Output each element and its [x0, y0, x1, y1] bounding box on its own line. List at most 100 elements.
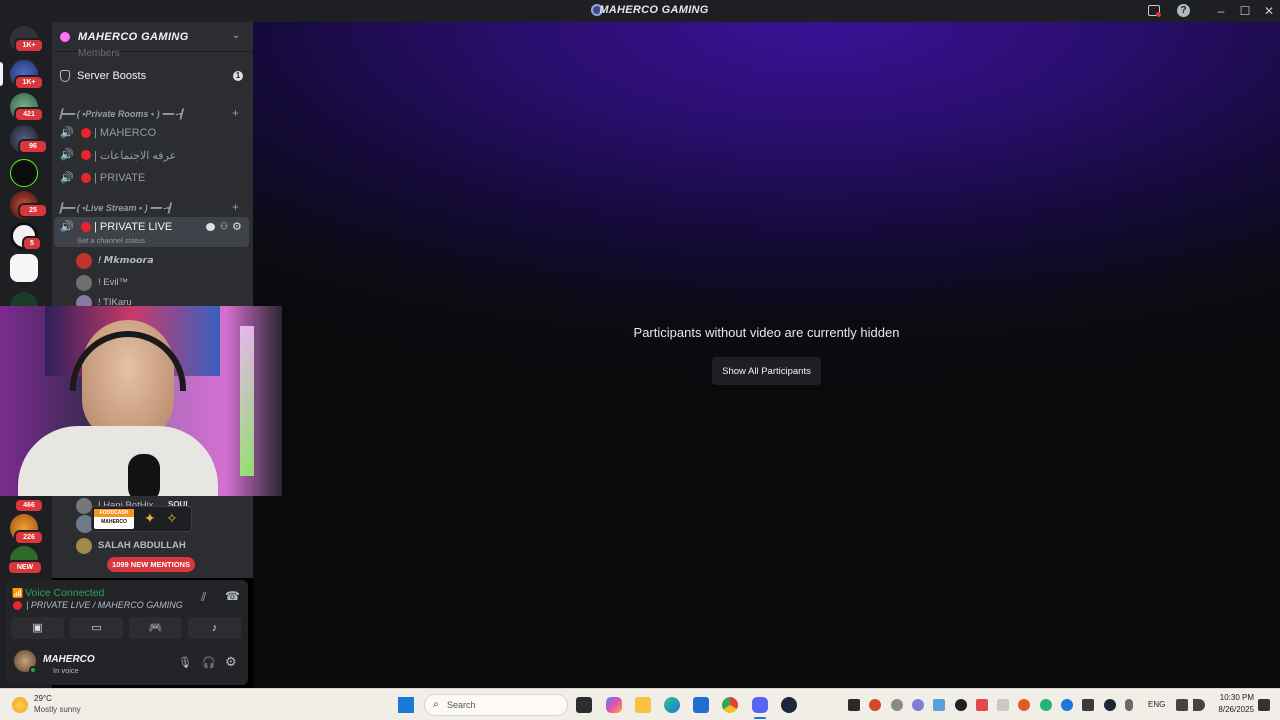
red-circle-icon [81, 222, 91, 232]
voice-stage: Participants without video are currently… [253, 22, 1280, 688]
channel-label: | MAHERCO [94, 127, 157, 139]
help-icon[interactable]: ? [1177, 4, 1190, 17]
dm-badge: 1K+ [14, 38, 44, 53]
tray-app-icon[interactable] [997, 699, 1009, 711]
red-circle-icon [81, 150, 91, 160]
voice-user-panel: 📶 Voice Connected | PRIVATE LIVE / MAHER… [6, 580, 248, 685]
trophy-icon: ✦ [144, 510, 156, 526]
tray-app-icon[interactable] [891, 699, 903, 711]
show-all-participants-button[interactable]: Show All Participants [712, 357, 821, 385]
foodcash-brand-label: FOODCASH [94, 509, 134, 517]
server-badge: 96 [18, 139, 48, 154]
maximize-button[interactable]: ☐ [1233, 2, 1257, 20]
steam-icon[interactable] [781, 697, 797, 713]
file-explorer-icon[interactable] [635, 697, 651, 713]
boost-shield-icon [60, 70, 70, 82]
weather-sun-icon [12, 697, 28, 713]
server-icon-7[interactable] [10, 254, 38, 282]
language-indicator[interactable]: ENG [1148, 700, 1165, 709]
channel-maherco[interactable]: 🔊 | MAHERCO [54, 123, 249, 143]
tray-app-icon[interactable] [912, 699, 924, 711]
channel-private[interactable]: 🔊 | PRIVATE [54, 168, 249, 188]
channel-private-live[interactable]: 🔊 | PRIVATE LIVE Set a channel status ⚇ … [54, 217, 249, 247]
server-badge: 1K+ [14, 75, 44, 90]
voice-member[interactable]: ! Evil™ [76, 274, 226, 292]
tray-app-icon[interactable] [1082, 699, 1094, 711]
copilot-icon[interactable] [606, 697, 622, 713]
steam-tray-icon[interactable] [1104, 699, 1116, 711]
discord-icon[interactable] [752, 697, 768, 713]
server-icon-kick[interactable] [10, 159, 38, 187]
category-live-stream[interactable]: ┣━━ ( •Live Stream • ) ━━ -┫ [58, 203, 172, 214]
network-icon[interactable] [1176, 699, 1188, 711]
taskbar: 29°C Mostly sunny ⌕ Search ENG 10:30 PM … [0, 688, 1280, 720]
weather-desc[interactable]: Mostly sunny [34, 705, 81, 714]
volume-icon[interactable] [1193, 699, 1205, 711]
gear-icon[interactable]: ⚙ [232, 220, 242, 233]
bluetooth-icon[interactable] [1061, 699, 1073, 711]
discord-active-indicator [754, 717, 766, 719]
screen-share-button[interactable]: ▭ [70, 617, 123, 639]
channel-status-placeholder[interactable]: Set a channel status [77, 236, 145, 245]
weather-temp[interactable]: 29°C [34, 694, 52, 703]
tray-app-icon[interactable] [1018, 699, 1030, 711]
add-channel-icon[interactable]: + [232, 200, 239, 214]
activities-button[interactable]: 🎮 [129, 617, 182, 639]
task-view-icon[interactable] [576, 697, 592, 713]
camera-toggle-button[interactable]: ▣ [11, 617, 64, 639]
clock-time[interactable]: 10:30 PM [1214, 693, 1254, 702]
user-status: In voice [53, 666, 79, 675]
close-button[interactable]: ✕ [1257, 2, 1280, 20]
voice-connected-label[interactable]: Voice Connected [25, 587, 104, 599]
notifications-icon[interactable] [1258, 699, 1270, 711]
voice-member[interactable]: ! 𝙈𝙠𝙢𝙤𝙤𝙧𝙖 [76, 252, 226, 270]
headphones-icon[interactable]: 🎧 [202, 656, 216, 669]
taskbar-search-box[interactable]: ⌕ Search [424, 694, 568, 716]
mic-tray-icon[interactable] [1125, 699, 1133, 711]
speaker-icon: 🔊 [60, 149, 74, 161]
server-selected-pill [0, 62, 3, 86]
member-name: SALAH ABDULLAH [98, 540, 186, 551]
mic-icon[interactable]: 🎙 [178, 656, 192, 669]
foodcash-code-label: MAHERCO [101, 519, 127, 525]
channel-meetings[interactable]: 🔊 | عرفه الاجتماعات [54, 145, 249, 165]
voice-member[interactable]: SALAH ABDULLAH [76, 537, 246, 555]
disconnect-icon[interactable]: ☎ [225, 589, 240, 603]
add-channel-icon[interactable]: + [232, 106, 239, 120]
chat-icon[interactable] [206, 223, 215, 231]
invite-icon[interactable]: ⚇ [220, 221, 228, 232]
new-mentions-pill[interactable]: 1099 NEW MENTIONS [107, 557, 195, 572]
tray-app-icon[interactable] [869, 699, 881, 711]
nvidia-icon[interactable] [848, 699, 860, 711]
edge-icon[interactable] [664, 697, 680, 713]
windows-start-icon[interactable] [398, 697, 414, 713]
channel-label: | PRIVATE [94, 172, 146, 184]
tray-app-icon[interactable] [933, 699, 945, 711]
red-circle-icon [81, 173, 91, 183]
members-item[interactable]: Members [78, 48, 120, 59]
minimize-button[interactable]: – [1209, 2, 1233, 20]
window-title: MAHERCO GAMING [599, 4, 709, 16]
member-name: ! Evil™ [98, 277, 129, 288]
tray-app-icon[interactable] [1040, 699, 1052, 711]
chevron-down-icon[interactable]: ⌄ [232, 30, 240, 41]
soundboard-button[interactable]: ♪ [188, 617, 241, 639]
server-badge: 5 [22, 236, 42, 251]
tray-app-icon[interactable] [955, 699, 967, 711]
tray-app-icon[interactable] [976, 699, 988, 711]
store-icon[interactable] [693, 697, 709, 713]
boost-gem-icon [60, 32, 70, 42]
webcam-microphone [128, 454, 160, 496]
server-boosts-item[interactable]: Server Boosts 1 [54, 66, 249, 86]
voice-location-label[interactable]: | PRIVATE LIVE / MAHERCO GAMING [26, 600, 183, 610]
user-settings-gear-icon[interactable]: ⚙ [225, 654, 237, 670]
category-private-rooms[interactable]: ┣━━ ( •Private Rooms • ) ━━ -┫ [58, 109, 184, 120]
server-badge: 421 [14, 107, 44, 122]
webcam-overlay [0, 306, 282, 496]
server-badge: 25 [18, 203, 48, 218]
noise-suppression-icon[interactable]: ⫽ [201, 590, 206, 605]
search-placeholder: Search [447, 700, 476, 710]
clock-date[interactable]: 8/26/2025 [1210, 705, 1254, 714]
avatar [76, 538, 92, 554]
chrome-icon[interactable] [722, 697, 738, 713]
